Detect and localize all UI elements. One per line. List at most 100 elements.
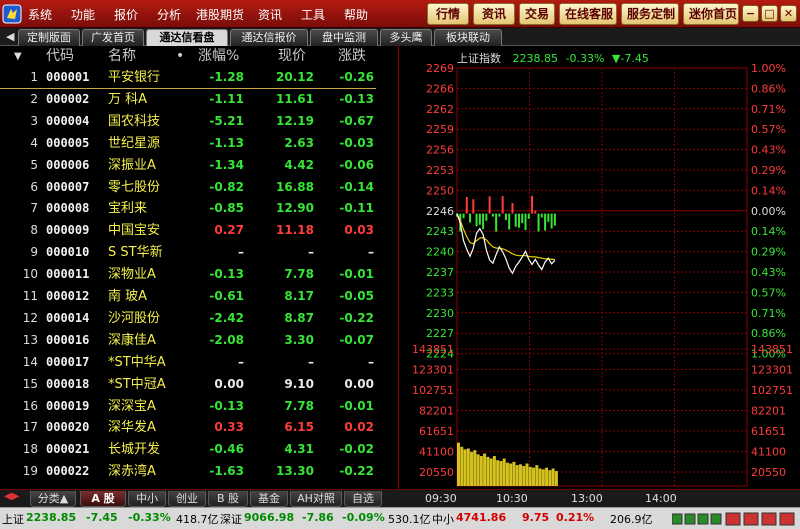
status-bar: 上证 2238.85 -7.45 -0.33% 418.7亿 深证 9066.9… xyxy=(0,507,800,529)
tab-sector-link[interactable]: 板块联动 xyxy=(434,29,502,46)
menu-system[interactable]: 系统 xyxy=(28,6,52,23)
table-row[interactable]: 1 000001 平安银行 -1.28 20.12 -0.26 xyxy=(0,67,398,88)
pill-custom-service[interactable]: 服务定制 xyxy=(621,3,679,25)
minimize-button[interactable]: − xyxy=(742,5,759,22)
row-index: 4 xyxy=(30,135,38,150)
volume-bar xyxy=(541,469,545,486)
table-row[interactable]: 13 000016 深康佳A -2.08 3.30 -0.07 xyxy=(0,330,398,351)
table-header: ▼ 代码 名称 • 涨幅% 现价 涨跌 xyxy=(0,46,398,67)
pill-online-service[interactable]: 在线客服 xyxy=(559,3,617,25)
row-name: 深华发A xyxy=(108,420,156,436)
volume-tick-label-left: 143851 xyxy=(412,343,454,356)
btab-ah[interactable]: AH对照 xyxy=(290,491,342,507)
tab-custom-layout[interactable]: 定制版面 xyxy=(18,29,80,46)
volume-tick-label-right: 102751 xyxy=(751,384,793,397)
pct-tick-label: 0.00% xyxy=(751,205,786,218)
header-code[interactable]: 代码 xyxy=(46,46,106,67)
price-tick-label: 2227 xyxy=(426,327,454,340)
pill-news[interactable]: 资讯 xyxy=(473,3,515,25)
table-row[interactable]: 2 000002 万 科A -1.11 11.61 -0.13 xyxy=(0,89,398,110)
pct-tick-label: 0.29% xyxy=(751,164,786,177)
table-row[interactable]: 12 000014 沙河股份 -2.42 8.87 -0.22 xyxy=(0,308,398,329)
btab-a-share[interactable]: A 股 xyxy=(80,491,126,507)
row-code: 000004 xyxy=(46,113,90,128)
table-row[interactable]: 4 000005 世纪星源 -1.13 2.63 -0.03 xyxy=(0,133,398,154)
tab-bull-eagle[interactable]: 多头鹰 xyxy=(380,29,432,46)
volume-bar xyxy=(545,467,549,486)
row-name: *ST中冠A xyxy=(108,376,166,392)
table-row[interactable]: 19 000022 深赤湾A -1.63 13.30 -0.22 xyxy=(0,461,398,482)
pill-market[interactable]: 行情 xyxy=(427,3,469,25)
btab-sme[interactable]: 中小 xyxy=(128,491,166,507)
row-price: 4.42 xyxy=(284,157,314,172)
status-sz-chg: -7.86 xyxy=(302,511,334,524)
app-logo-icon xyxy=(2,4,22,24)
close-button[interactable]: ✕ xyxy=(780,5,797,22)
status-zx-amt: 206.9亿 xyxy=(610,513,653,526)
row-index: 10 xyxy=(22,267,38,282)
btab-chinext[interactable]: 创业 xyxy=(168,491,206,507)
bottom-prev-icon[interactable]: ◀▶ xyxy=(4,491,19,502)
tab-tdx-board[interactable]: 通达信看盘 xyxy=(146,29,228,46)
pct-tick-label: 1.00% xyxy=(751,62,786,75)
menu-news[interactable]: 资讯 xyxy=(258,6,282,23)
table-row[interactable]: 17 000020 深华发A 0.33 6.15 0.02 xyxy=(0,417,398,438)
btab-watchlist[interactable]: 自选 xyxy=(344,491,382,507)
row-code: 000017 xyxy=(46,354,90,369)
pill-trade[interactable]: 交易 xyxy=(519,3,555,25)
pill-mini-home[interactable]: 迷你首页 xyxy=(683,3,739,25)
header-price[interactable]: 现价 xyxy=(278,46,318,67)
volume-bar xyxy=(522,466,526,486)
quote-table: ▼ 代码 名称 • 涨幅% 现价 涨跌 1 000001 平安银行 -1.28 20.1… xyxy=(0,46,398,489)
status-zx-chg: 9.75 xyxy=(522,511,550,524)
row-name: 沙河股份 xyxy=(108,310,161,326)
btab-category[interactable]: 分类▲ xyxy=(30,491,76,507)
pct-tick-label: 0.57% xyxy=(751,123,786,136)
table-row[interactable]: 8 000009 中国宝安 0.27 11.18 0.03 xyxy=(0,220,398,241)
menu-hk-futures[interactable]: 港股期货 xyxy=(196,6,244,23)
row-index: 8 xyxy=(30,223,38,238)
row-pct: – xyxy=(238,354,244,369)
btab-fund[interactable]: 基金 xyxy=(250,491,288,507)
volume-bar xyxy=(532,467,536,486)
row-code: 000011 xyxy=(46,267,90,282)
row-index: 15 xyxy=(22,376,38,391)
pct-tick-label: 0.57% xyxy=(751,286,786,299)
table-row[interactable]: 14 000017 *ST中华A – – – xyxy=(0,352,398,373)
row-price: 12.90 xyxy=(276,201,314,216)
volume-bar xyxy=(496,460,500,486)
tab-tdx-quote[interactable]: 通达信报价 xyxy=(230,29,308,46)
btab-b-share[interactable]: B 股 xyxy=(208,491,248,507)
intraday-chart[interactable]: 2269 1.00% 2266 0.86% 2262 0.71% 2259 0.57% 2256… xyxy=(399,46,800,489)
tab-intraday-monitor[interactable]: 盘中监测 xyxy=(310,29,378,46)
menu-analysis[interactable]: 分析 xyxy=(157,6,181,23)
header-name[interactable]: 名称 xyxy=(108,46,168,67)
table-row[interactable]: 9 000010 S ST华新 – – – xyxy=(0,242,398,263)
volume-bar xyxy=(476,454,480,486)
menu-tools[interactable]: 工具 xyxy=(301,6,325,23)
menu-quote[interactable]: 报价 xyxy=(114,6,138,23)
table-row[interactable]: 3 000004 国农科技 -5.21 12.19 -0.67 xyxy=(0,111,398,132)
row-code: 000019 xyxy=(46,398,90,413)
header-change[interactable]: 涨跌 xyxy=(338,46,378,67)
table-row[interactable]: 16 000019 深深宝A -0.13 7.78 -0.01 xyxy=(0,396,398,417)
sort-dropdown-icon[interactable]: ▼ xyxy=(14,46,34,67)
menu-function[interactable]: 功能 xyxy=(71,6,95,23)
table-row[interactable]: 10 000011 深物业A -0.13 7.78 -0.01 xyxy=(0,264,398,285)
row-index: 18 xyxy=(22,442,38,457)
menu-help[interactable]: 帮助 xyxy=(344,6,368,23)
tab-back-arrow-icon[interactable]: ◀ xyxy=(6,30,14,43)
pct-tick-label: 0.14% xyxy=(751,225,786,238)
header-pct[interactable]: 涨幅% xyxy=(198,46,250,67)
table-row[interactable]: 18 000021 长城开发 -0.46 4.31 -0.02 xyxy=(0,439,398,460)
row-pct: -0.82 xyxy=(209,179,244,194)
row-pct: -0.13 xyxy=(209,267,244,282)
table-row[interactable]: 6 000007 零七股份 -0.82 16.88 -0.14 xyxy=(0,177,398,198)
table-row[interactable]: 15 000018 *ST中冠A 0.00 9.10 0.00 xyxy=(0,374,398,395)
row-change: -0.01 xyxy=(339,267,374,282)
maximize-button[interactable]: □ xyxy=(761,5,778,22)
table-row[interactable]: 11 000012 南 玻A -0.61 8.17 -0.05 xyxy=(0,286,398,307)
table-row[interactable]: 7 000008 宝利来 -0.85 12.90 -0.11 xyxy=(0,198,398,219)
table-row[interactable]: 5 000006 深振业A -1.34 4.42 -0.06 xyxy=(0,155,398,176)
tab-gf-home[interactable]: 广发首页 xyxy=(82,29,144,46)
